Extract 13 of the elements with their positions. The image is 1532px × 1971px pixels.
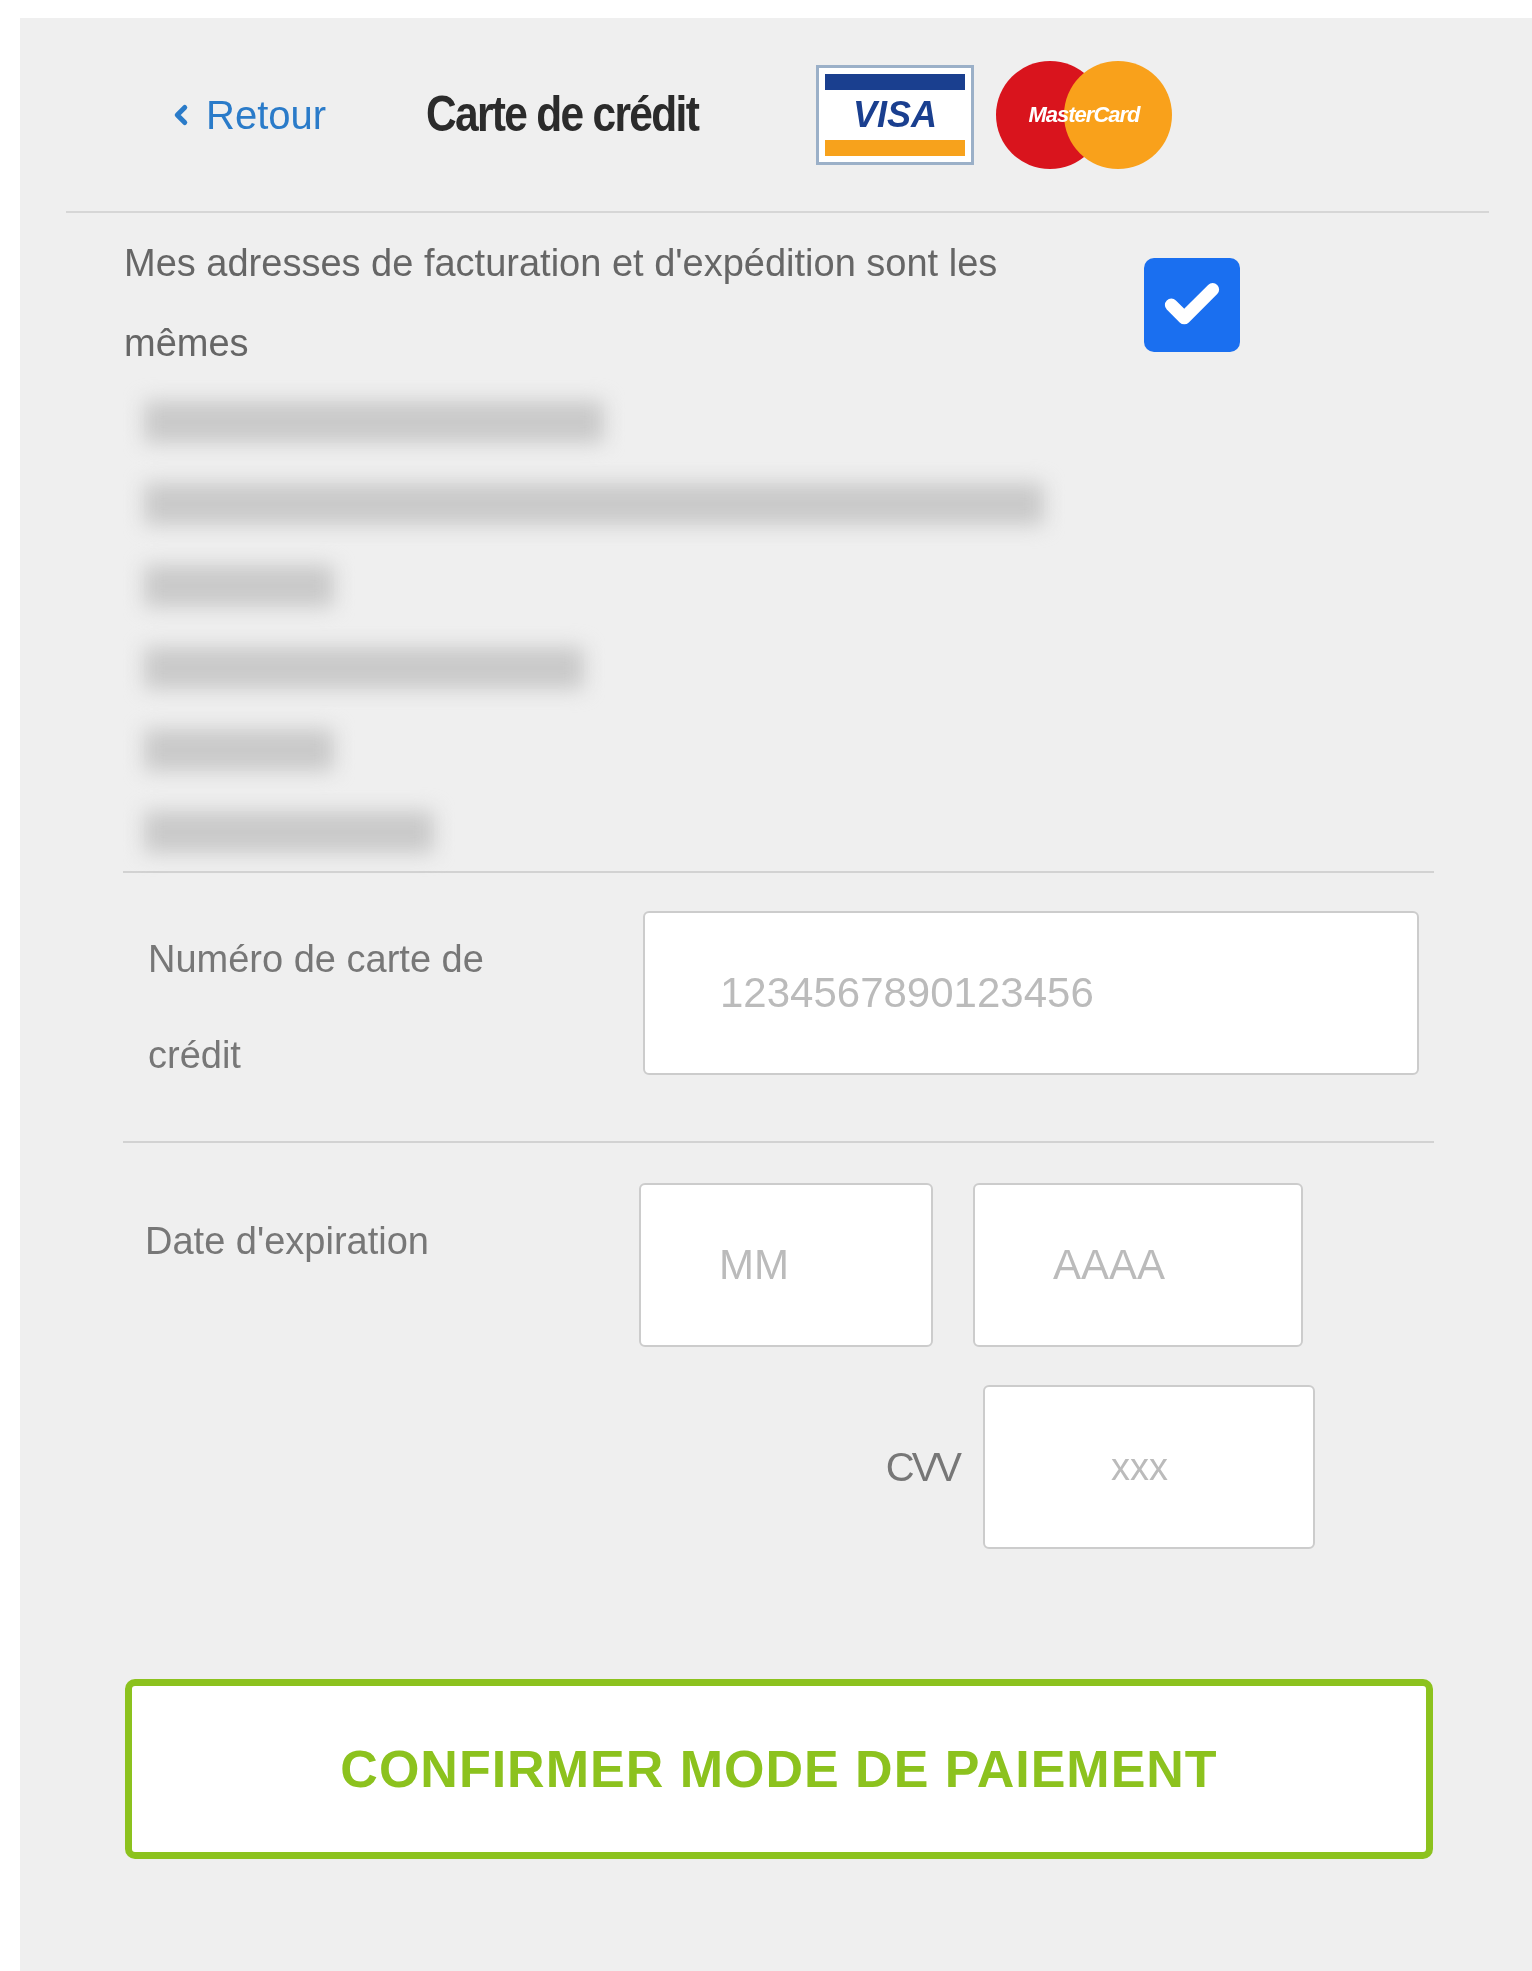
page-title: Carte de crédit: [426, 85, 700, 144]
visa-logo: VISA: [816, 64, 974, 165]
month-field[interactable]: MM: [639, 1183, 933, 1347]
confirm-payment-button[interactable]: CONFIRMER MODE DE PAIEMENT: [125, 1679, 1433, 1859]
card-number-label: Numéro de carte de crédit: [147, 937, 485, 1078]
same-address-label: Mes adresses de facturation et d'expédition sont les mêmes: [124, 241, 999, 366]
cvv-field[interactable]: xxx: [983, 1385, 1315, 1549]
same-address-checkbox[interactable]: [1144, 258, 1240, 352]
cvv-label: CVV: [885, 1444, 959, 1491]
card-number-field[interactable]: 1234567890123456: [643, 911, 1419, 1075]
year-field[interactable]: AAAA: [973, 1183, 1303, 1347]
back-link[interactable]: Retour: [166, 84, 426, 145]
expiry-label: Date d'expiration: [144, 1219, 430, 1264]
